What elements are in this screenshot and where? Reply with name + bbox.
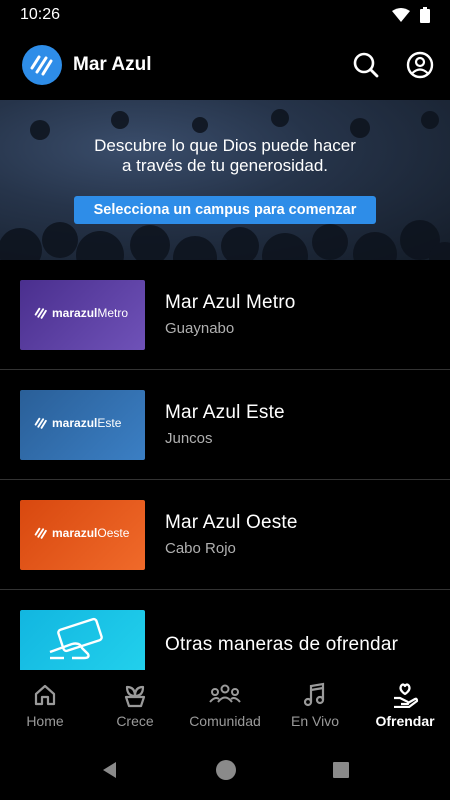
- thumbnail-brand: marazulEste: [34, 416, 121, 430]
- home-icon: [34, 684, 56, 705]
- campus-thumbnail-oeste: marazulOeste: [20, 499, 145, 570]
- crowd-background-image: [0, 109, 450, 260]
- recents-icon[interactable]: [332, 761, 350, 779]
- other-giving-thumbnail: [20, 610, 145, 670]
- hero-banner: Descubre lo que Dios puede hacer a travé…: [0, 100, 450, 260]
- other-giving-item[interactable]: Otras maneras de ofrendar: [0, 590, 450, 670]
- hero-line-2: a través de tu generosidad.: [121, 156, 329, 175]
- status-time: 10:26: [20, 6, 61, 23]
- nav-item-crece[interactable]: Crece: [90, 670, 180, 740]
- app-bar: Mar Azul: [0, 30, 450, 100]
- sprout-icon: [124, 685, 146, 707]
- select-campus-button[interactable]: Selecciona un campus para comenzar: [74, 196, 376, 224]
- campus-title: Mar Azul Oeste: [165, 512, 298, 533]
- other-giving-title: Otras maneras de ofrendar: [165, 634, 399, 655]
- search-icon[interactable]: [352, 51, 380, 79]
- app-logo: [22, 45, 62, 85]
- nav-label: Comunidad: [189, 712, 261, 729]
- campus-item-este[interactable]: marazulEste Mar Azul Este Juncos: [0, 370, 450, 480]
- thumbnail-brand: marazulOeste: [34, 526, 129, 540]
- community-icon: [209, 684, 241, 703]
- logo-icon: [30, 55, 53, 76]
- nav-label: Crece: [116, 712, 154, 729]
- campus-location: Cabo Rojo: [165, 540, 236, 557]
- back-icon[interactable]: [100, 760, 120, 780]
- campus-item-metro[interactable]: marazulMetro Mar Azul Metro Guaynabo: [0, 260, 450, 370]
- wifi-icon: [392, 8, 410, 22]
- give-hand-icon: [394, 682, 419, 708]
- campus-thumbnail-este: marazulEste: [20, 389, 145, 460]
- home-circle-icon[interactable]: [215, 759, 237, 781]
- music-icon: [303, 682, 325, 706]
- handshake-money-icon: [49, 617, 103, 660]
- battery-icon: [420, 7, 430, 23]
- campus-location: Juncos: [165, 430, 213, 447]
- nav-label: Home: [26, 712, 64, 729]
- nav-item-en-vivo[interactable]: En Vivo: [270, 670, 360, 740]
- logo-icon: [34, 307, 47, 319]
- app-title: Mar Azul: [73, 54, 152, 75]
- hero-message: Descubre lo que Dios puede hacer a travé…: [0, 136, 450, 176]
- campus-title: Mar Azul Metro: [165, 292, 296, 313]
- nav-item-home[interactable]: Home: [0, 670, 90, 740]
- campus-location: Guaynabo: [165, 320, 235, 337]
- campus-item-oeste[interactable]: marazulOeste Mar Azul Oeste Cabo Rojo: [0, 480, 450, 590]
- nav-label: Ofrendar: [375, 712, 435, 729]
- campus-thumbnail-metro: marazulMetro: [20, 279, 145, 350]
- nav-label: En Vivo: [291, 712, 339, 729]
- campus-list: marazulMetro Mar Azul Metro Guaynabo mar…: [0, 260, 450, 670]
- system-navigation-bar: [0, 740, 450, 800]
- campus-title: Mar Azul Este: [165, 402, 285, 423]
- thumbnail-brand: marazulMetro: [34, 306, 128, 320]
- bottom-navigation: Home Crece Comunidad En Vivo Ofrendar: [0, 670, 450, 740]
- status-bar: 10:26: [0, 0, 450, 30]
- nav-item-comunidad[interactable]: Comunidad: [180, 670, 270, 740]
- hero-line-1: Descubre lo que Dios puede hacer: [94, 136, 356, 155]
- status-icons: [392, 7, 430, 23]
- nav-item-ofrendar[interactable]: Ofrendar: [360, 670, 450, 740]
- logo-icon: [34, 417, 47, 429]
- account-icon[interactable]: [406, 51, 434, 79]
- logo-icon: [34, 527, 47, 539]
